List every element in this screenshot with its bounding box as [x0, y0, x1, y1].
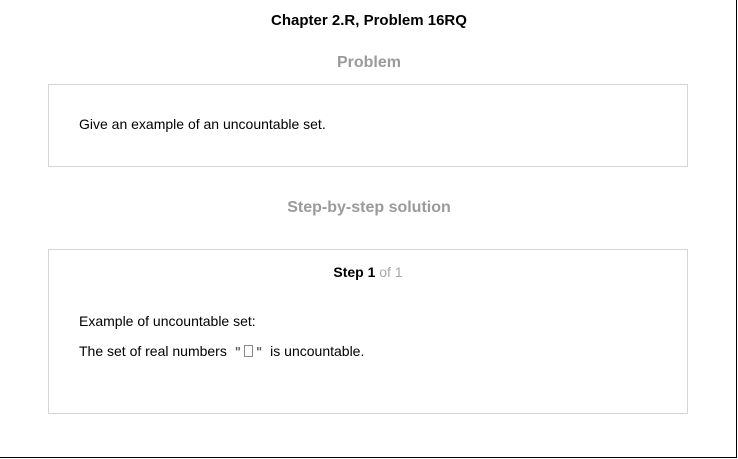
step-box: Step 1 of 1 Example of uncountable set: …: [48, 249, 688, 414]
solution-heading: Step-by-step solution: [287, 199, 451, 216]
quote-open: ": [234, 345, 242, 360]
real-numbers-symbol: " ": [234, 345, 263, 360]
quote-close: ": [256, 345, 263, 360]
problem-heading: Problem: [336, 54, 401, 71]
page-frame: Chapter 2.R, Problem 16RQ Problem Give a…: [0, 0, 737, 458]
step-label: Step 1: [333, 264, 376, 280]
step-text-line2: The set of real numbers " " is uncountabl…: [79, 343, 364, 359]
step-count: of 1: [379, 264, 403, 280]
problem-box: Give an example of an uncountable set.: [48, 84, 688, 167]
problem-text: Give an example of an uncountable set.: [79, 116, 326, 132]
step-text-prefix: The set of real numbers: [79, 343, 227, 359]
chapter-title: Chapter 2.R, Problem 16RQ: [271, 12, 467, 29]
step-text-line1: Example of uncountable set:: [79, 313, 256, 329]
missing-glyph-icon: [244, 345, 254, 358]
step-header: Step 1 of 1: [49, 264, 687, 280]
step-text-suffix: is uncountable.: [270, 343, 365, 359]
